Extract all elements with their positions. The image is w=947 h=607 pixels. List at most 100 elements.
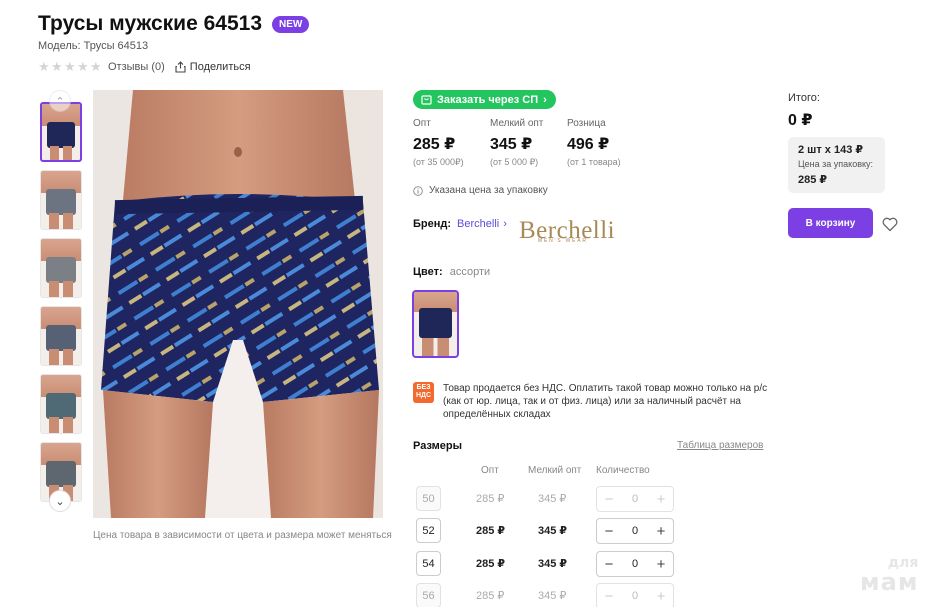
minus-icon: − [604, 587, 614, 605]
pack-quantity: 2 шт х 143 ₽ [798, 144, 864, 156]
bag-icon [421, 95, 432, 105]
share-button[interactable]: Поделиться [175, 61, 251, 73]
col-header-small-opt: Мелкий опт [528, 465, 582, 476]
plus-icon[interactable]: + [655, 556, 667, 573]
thumbs-up-arrow-icon[interactable]: ⌃ [49, 90, 71, 112]
info-icon[interactable] [413, 185, 423, 196]
heart-icon[interactable] [881, 215, 899, 233]
new-badge: NEW [272, 15, 310, 33]
pack-info: 2 шт х 143 ₽ Цена за упаковку: 285 ₽ [788, 137, 885, 193]
size-price-opt: 285 ₽ [476, 590, 505, 602]
plus-icon: + [656, 490, 666, 508]
brand-logo-subtitle: MEN'S WEAR [538, 238, 588, 244]
thumbnail[interactable] [40, 170, 82, 230]
star-icon: ★ [90, 59, 102, 74]
product-photo [101, 90, 379, 518]
col-header-qty: Количество [596, 465, 650, 476]
quantity-value[interactable]: 0 [632, 525, 638, 537]
plus-icon: + [656, 587, 666, 605]
size-price-opt: 285 ₽ [476, 493, 505, 505]
size-label: 56 [416, 583, 441, 607]
price-tier-opt: Опт 285 ₽ (от 35 000₽) [413, 118, 490, 168]
price-note: (от 5 000 ₽) [490, 157, 539, 167]
pack-price-label: Цена за упаковку: [798, 159, 874, 169]
no-vat-icon: БЕЗ НДС [413, 382, 434, 403]
thumbnail[interactable] [40, 306, 82, 366]
quantity-value[interactable]: 0 [632, 558, 638, 570]
size-price-opt: 285 ₽ [476, 558, 506, 570]
add-to-cart-button[interactable]: В корзину [788, 208, 873, 238]
star-icon: ★ [64, 59, 76, 74]
product-title-text: Трусы мужские 64513 [38, 12, 262, 35]
brand-row: Бренд: Berchelli › [413, 218, 507, 230]
star-icon: ★ [51, 59, 63, 74]
price-label: Мелкий опт [490, 118, 544, 129]
minus-icon: − [604, 490, 614, 508]
plus-icon[interactable]: + [655, 523, 667, 540]
quantity-stepper: − 0 + [596, 486, 674, 512]
thumbs-down-arrow-icon[interactable]: ⌄ [49, 490, 71, 512]
thumbnail-strip: ⌃ ⌄ [38, 90, 84, 515]
color-value: ассорти [449, 266, 491, 278]
size-price-small-opt: 345 ₽ [538, 590, 567, 602]
quantity-stepper[interactable]: − 0 + [596, 518, 674, 544]
star-icon: ★ [77, 59, 89, 74]
price-value: 345 ₽ [490, 136, 533, 153]
size-label: 54 [416, 551, 441, 576]
order-via-sp-button[interactable]: Заказать через СП › [413, 90, 556, 109]
total-label: Итого: [788, 92, 820, 104]
minus-icon[interactable]: − [603, 556, 615, 573]
price-note: (от 35 000₽) [413, 157, 464, 167]
minus-icon[interactable]: − [603, 523, 615, 540]
color-row: Цвет: ассорти [413, 266, 490, 278]
size-label: 50 [416, 486, 441, 511]
size-price-small-opt: 345 ₽ [538, 558, 568, 570]
price-value: 496 ₽ [567, 136, 610, 153]
thumbnail[interactable] [40, 238, 82, 298]
size-table-link[interactable]: Таблица размеров [677, 440, 763, 451]
size-row: 52 285 ₽ 345 ₽ − 0 + [413, 518, 683, 544]
rating-row: ★ ★ ★ ★ ★ Отзывы (0) Поделиться [38, 59, 251, 74]
size-label: 52 [416, 518, 441, 543]
size-price-opt: 285 ₽ [476, 525, 506, 537]
size-row: 56 285 ₽ 345 ₽ − 0 + [413, 583, 683, 607]
product-model: Модель: Трусы 64513 [38, 40, 149, 52]
size-price-small-opt: 345 ₽ [538, 493, 567, 505]
chevron-right-icon: › [503, 218, 507, 230]
quantity-stepper[interactable]: − 0 + [596, 551, 674, 577]
rating-stars[interactable]: ★ ★ ★ ★ ★ [38, 59, 102, 74]
share-label: Поделиться [189, 61, 251, 73]
size-price-small-opt: 345 ₽ [538, 525, 568, 537]
vat-text: Товар продается без НДС. Оплатить такой … [443, 383, 768, 420]
brand-link[interactable]: Berchelli [457, 218, 499, 230]
size-row: 54 285 ₽ 345 ₽ − 0 + [413, 551, 683, 577]
thumbnail[interactable] [40, 374, 82, 434]
quantity-stepper: − 0 + [596, 583, 674, 607]
quantity-value: 0 [631, 590, 639, 602]
quantity-value: 0 [631, 493, 639, 505]
image-caption: Цена товара в зависимости от цвета и раз… [93, 530, 392, 541]
price-value: 285 ₽ [413, 136, 456, 153]
reviews-link[interactable]: Отзывы (0) [108, 61, 165, 73]
watermark-line2: мам [860, 568, 919, 596]
product-title: Трусы мужские 64513 NEW [38, 12, 310, 36]
brand-label: Бренд: [413, 218, 452, 230]
order-via-sp-label: Заказать через СП [437, 93, 539, 106]
vat-notice: БЕЗ НДС Товар продается без НДС. Оплатит… [413, 382, 783, 421]
price-tier-retail: Розница 496 ₽ (от 1 товара) [567, 118, 644, 168]
pack-note-text: Указана цена за упаковку [429, 185, 548, 196]
price-tiers: Опт 285 ₽ (от 35 000₽) Мелкий опт 345 ₽ … [413, 118, 644, 168]
price-label: Розница [567, 118, 606, 129]
total-value: 0 ₽ [788, 112, 813, 129]
main-product-image[interactable] [93, 90, 383, 518]
color-swatch[interactable] [412, 290, 459, 358]
color-label: Цвет: [413, 266, 443, 278]
price-tier-small-opt: Мелкий опт 345 ₽ (от 5 000 ₽) [490, 118, 567, 168]
col-header-opt: Опт [481, 465, 499, 476]
share-icon [175, 61, 186, 73]
pack-price-note: Указана цена за упаковку [413, 185, 548, 196]
price-label: Опт [413, 118, 431, 129]
pack-price-value: 285 ₽ [798, 174, 828, 186]
chevron-right-icon: › [543, 93, 547, 106]
watermark: для мам [860, 556, 918, 594]
